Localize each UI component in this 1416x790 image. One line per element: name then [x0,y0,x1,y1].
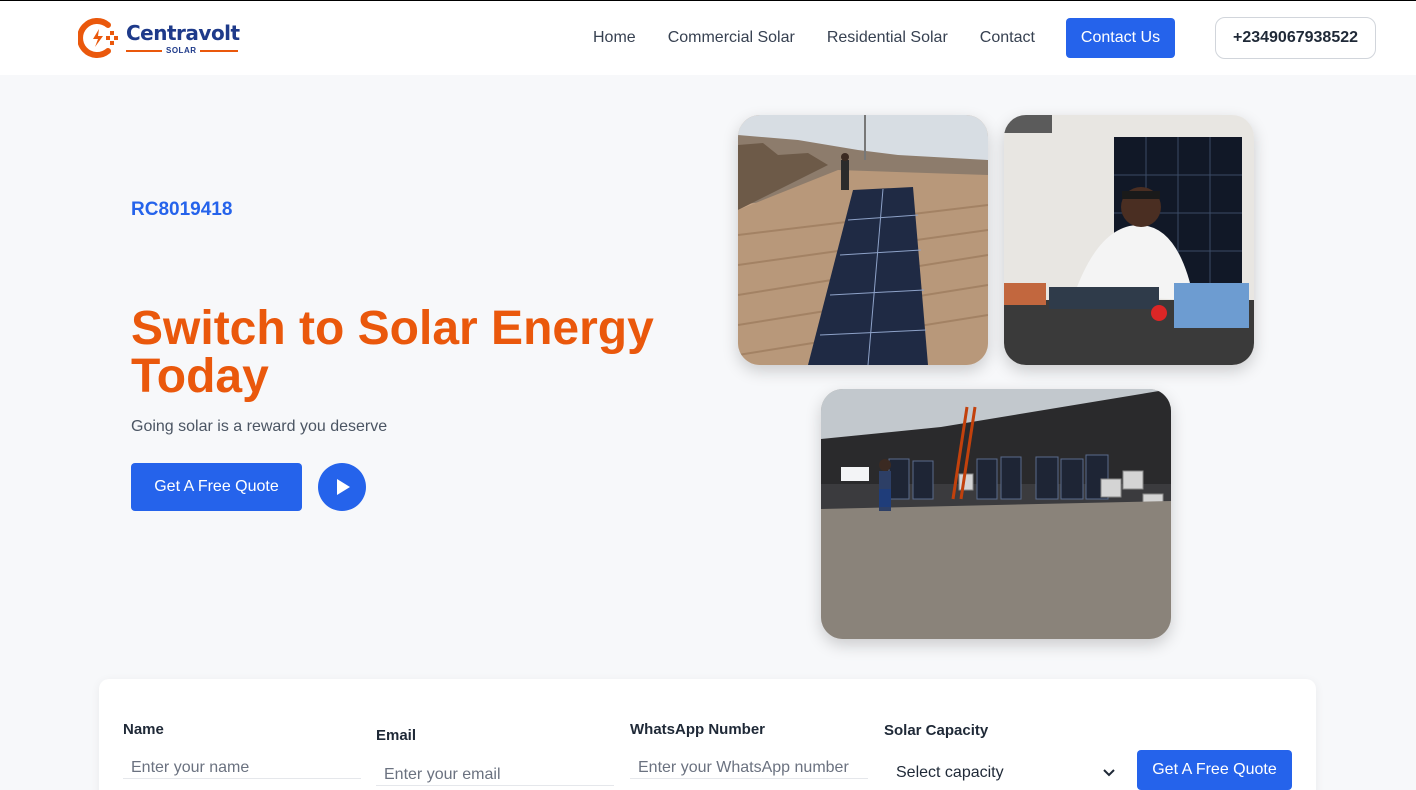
name-label: Name [123,721,164,738]
brand-divider-left [126,50,162,52]
site-header: Centravolt SOLAR Home Commercial Solar R… [0,1,1416,75]
hero-title: Switch to Solar Energy Today [131,302,654,403]
play-video-button[interactable] [318,463,366,511]
rooftop-solar-photo [738,115,988,365]
capacity-label: Solar Capacity [884,722,989,739]
play-icon [337,479,350,495]
brand-subline: SOLAR [126,46,238,56]
brand-logo[interactable]: Centravolt SOLAR [78,17,248,61]
office-desk-image [1004,115,1254,365]
capacity-select[interactable]: Select capacity [884,756,1121,790]
contact-us-button[interactable]: Contact Us [1066,18,1175,58]
brand-divider-right [200,50,238,52]
whatsapp-input[interactable] [630,757,868,779]
name-field-group: Name [123,721,361,779]
nav-contact[interactable]: Contact [980,29,1035,47]
email-field-group: Email [376,727,614,786]
email-input[interactable] [376,764,614,786]
chevron-down-icon [1103,769,1115,777]
brand-sub: SOLAR [166,46,197,55]
rc-number: RC8019418 [131,199,233,220]
capacity-field-group: Solar Capacity Select capacity [884,722,1121,790]
whatsapp-label: WhatsApp Number [630,721,765,738]
hero-quote-button[interactable]: Get A Free Quote [131,463,302,511]
office-desk-photo [1004,115,1254,365]
nav-commercial-solar[interactable]: Commercial Solar [668,29,795,47]
form-quote-button[interactable]: Get A Free Quote [1137,750,1292,790]
whatsapp-field-group: WhatsApp Number [630,721,868,779]
main-nav: Home Commercial Solar Residential Solar … [593,29,1067,47]
capacity-selected-value: Select capacity [896,764,1004,781]
name-input[interactable] [123,757,361,779]
hero-subtitle: Going solar is a reward you deserve [131,418,388,435]
rooftop-solar-image [738,115,988,365]
email-label: Email [376,727,417,744]
nav-residential-solar[interactable]: Residential Solar [827,29,948,47]
warehouse-image [821,389,1171,639]
phone-button[interactable]: +2349067938522 [1215,17,1376,59]
nav-home[interactable]: Home [593,29,636,47]
quote-form: Name Email WhatsApp Number Solar Capacit… [99,679,1316,790]
logo-mark-icon [78,18,118,58]
warehouse-photo [821,389,1171,639]
brand-name: Centravolt [126,21,240,45]
